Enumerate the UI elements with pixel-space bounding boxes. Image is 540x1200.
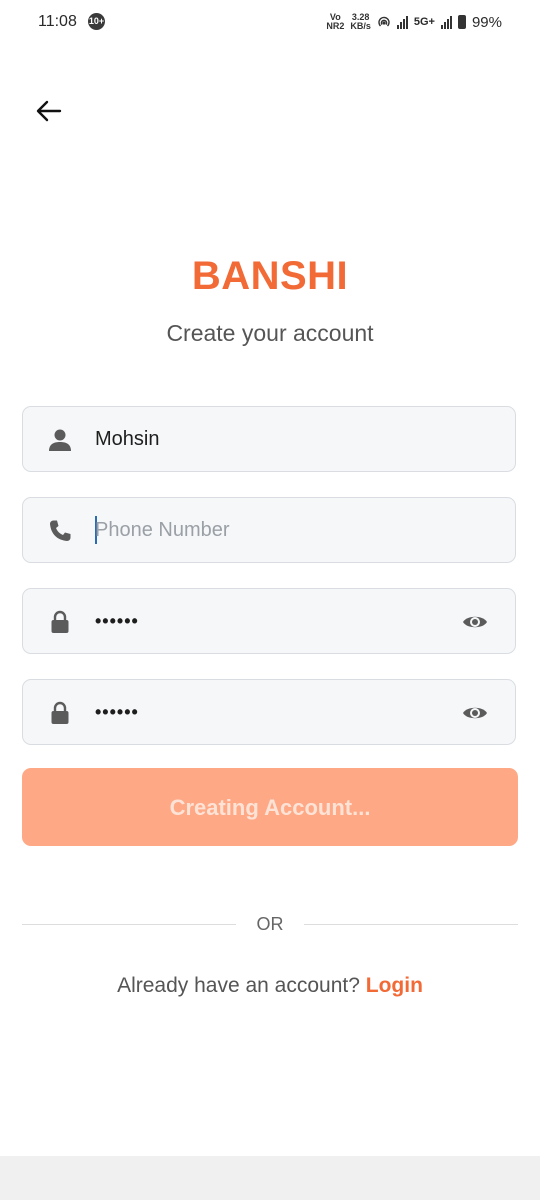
volte-indicator: Vo NR2: [326, 12, 345, 31]
password-input[interactable]: [95, 589, 455, 653]
notification-count-badge: 10+: [88, 13, 105, 30]
phone-input[interactable]: [95, 498, 455, 562]
network-type: 5G+: [413, 16, 435, 28]
system-navigation-bar: [0, 1156, 540, 1200]
status-bar: 11:08 10+ Vo NR2 3.28 KB/s 5G+ 99%: [0, 0, 540, 44]
lock-icon: [51, 610, 69, 633]
login-link[interactable]: Login: [366, 974, 423, 997]
lock-icon: [51, 701, 69, 724]
hotspot-icon: [378, 16, 390, 27]
divider-right: [304, 924, 518, 925]
confirm-password-field[interactable]: [22, 679, 516, 745]
page-subtitle: Create your account: [166, 320, 374, 346]
status-time: 11:08: [38, 13, 77, 30]
create-account-button[interactable]: Creating Account...: [22, 768, 518, 846]
eye-icon[interactable]: [461, 701, 489, 725]
arrow-left-icon: [36, 100, 62, 122]
login-prompt-text: Already have an account?: [117, 974, 360, 997]
battery-percentage: 99%: [471, 13, 502, 31]
login-prompt-row: Already have an account? Login: [0, 974, 540, 998]
app-title: BANSHI: [191, 254, 349, 298]
back-button[interactable]: [30, 92, 68, 130]
eye-icon[interactable]: [461, 610, 489, 634]
confirm-password-input[interactable]: [95, 680, 455, 744]
battery-icon: [457, 15, 466, 29]
password-field[interactable]: [22, 588, 516, 654]
person-icon: [49, 429, 71, 451]
name-input[interactable]: [95, 407, 455, 471]
network-speed: 3.28 KB/s: [350, 12, 371, 31]
phone-icon: [50, 520, 71, 541]
phone-field[interactable]: [22, 497, 516, 563]
name-field[interactable]: [22, 406, 516, 472]
signal-strength-icon: [396, 15, 408, 29]
status-indicators: Vo NR2 3.28 KB/s 5G+ 99%: [326, 10, 502, 34]
signal-strength-icon-2: [440, 15, 452, 29]
